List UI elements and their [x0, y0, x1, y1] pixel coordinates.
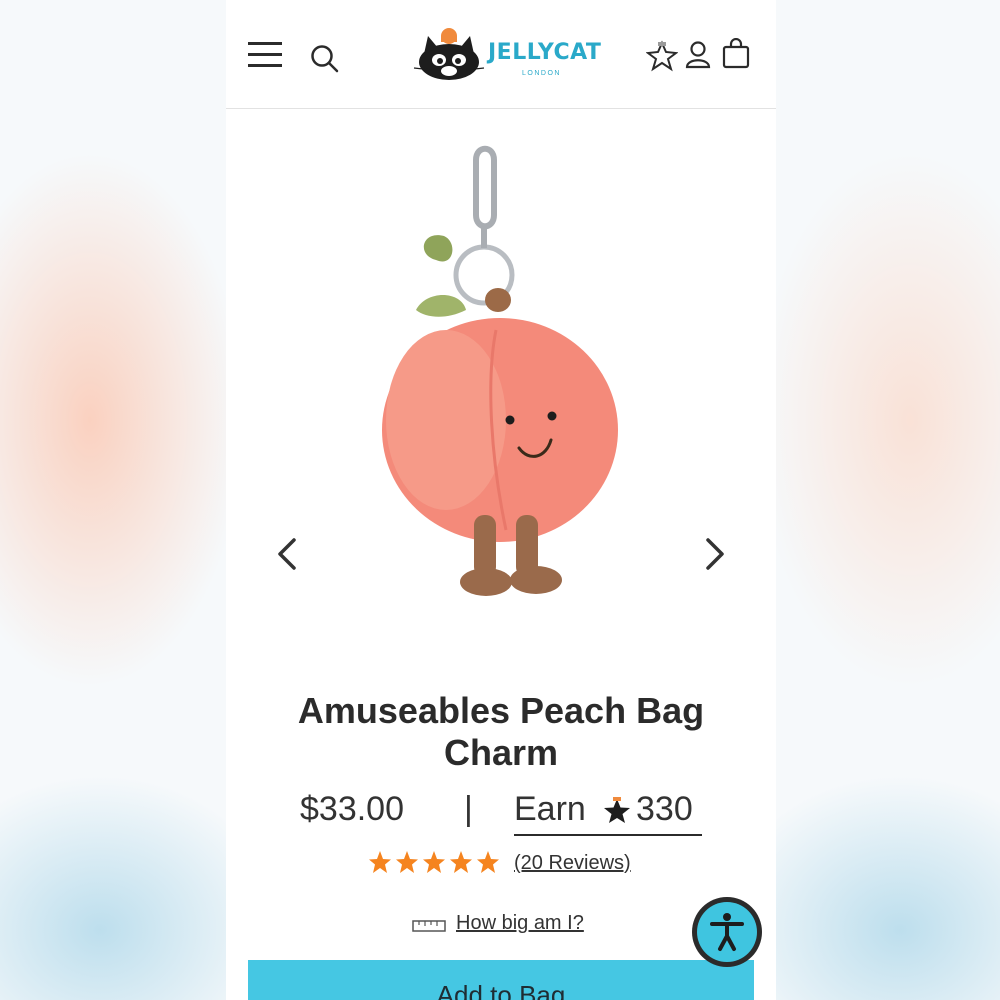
- next-image-arrow[interactable]: [704, 538, 726, 570]
- cat-logo-icon: [413, 28, 485, 80]
- earn-points-link[interactable]: Earn 330: [514, 790, 702, 836]
- star-icon: [477, 851, 499, 873]
- previous-image-arrow[interactable]: [276, 538, 298, 570]
- account-icon[interactable]: [684, 40, 712, 70]
- logo-subtitle: LONDON: [522, 70, 561, 77]
- rewards-star-icon[interactable]: [646, 40, 678, 72]
- accessibility-button[interactable]: [692, 897, 762, 967]
- logo-wordmark: JELLYCAT: [488, 40, 602, 65]
- site-header: JELLYCAT LONDON: [226, 0, 776, 109]
- accessibility-icon: [697, 902, 757, 962]
- star-icon: [369, 851, 391, 873]
- search-icon[interactable]: [310, 44, 340, 74]
- earn-label: Earn: [514, 790, 586, 828]
- price-divider: |: [464, 790, 473, 828]
- price-row: $33.00 | Earn 330: [226, 790, 776, 836]
- mobile-page: JELLYCAT LONDON Amuseables Peach Bag Cha…: [226, 0, 776, 1000]
- star-rating: [369, 851, 499, 873]
- how-big-link[interactable]: How big am I?: [456, 912, 584, 935]
- bag-icon[interactable]: [722, 38, 750, 70]
- menu-icon[interactable]: [248, 40, 284, 70]
- star-icon: [423, 851, 445, 873]
- product-price: $33.00: [300, 790, 404, 828]
- product-title: Amuseables Peach Bag Charm: [297, 690, 705, 773]
- star-icon: [396, 851, 418, 873]
- earn-points: 330: [636, 790, 693, 828]
- star-icon: [450, 851, 472, 873]
- rewards-star-icon: [604, 797, 630, 823]
- product-image: [382, 145, 618, 596]
- rating-row: (20 Reviews): [226, 850, 776, 878]
- reviews-link[interactable]: (20 Reviews): [514, 852, 631, 875]
- ruler-icon: [412, 920, 446, 932]
- add-to-bag-button[interactable]: Add to Bag: [248, 960, 754, 1000]
- jellycat-logo[interactable]: JELLYCAT LONDON: [412, 26, 601, 86]
